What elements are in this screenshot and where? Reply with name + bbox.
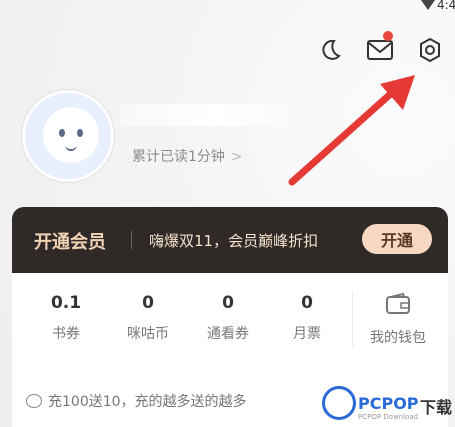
stat-label: 月票 [293,326,321,342]
vip-banner[interactable]: 开通会员 嗨爆双11，会员巅峰折扣 开通 [12,207,448,273]
stat-value: 0 [222,293,234,313]
top-toolbar [305,31,455,69]
watermark-logo [322,386,356,420]
stat-value: 0 [301,293,313,313]
mail-icon[interactable] [363,31,397,67]
stat-label: 咪咕币 [127,326,169,342]
red-arrow-annotation [288,75,415,186]
avatar-face [43,107,99,163]
watermark-text-2: 下载 [420,398,453,417]
status-time: 4:4 [437,0,455,12]
vip-title: 开通会员 [34,232,106,253]
avatar-eye-left [59,129,65,137]
wallet-icon [386,292,410,314]
stat-value: 0 [142,293,154,313]
recharge-promo[interactable]: 充100送10，充的越多送的越多 [26,391,247,411]
avatar-eye-right [77,129,83,137]
stat-miguabi[interactable]: 0 咪咕币 [116,293,180,343]
stat-yuepiao[interactable]: 0 月票 [275,293,339,343]
chevron-right-icon: > [230,149,243,165]
reading-time-text: 累计已读1分钟 [132,149,225,165]
vip-divider [131,231,132,249]
avatar[interactable] [22,90,114,182]
watermark-text-1: PCPOP [358,394,419,413]
avatar-mouth [65,143,77,151]
recharge-promo-text: 充100送10，充的越多送的越多 [48,394,247,410]
coins-icon [26,394,42,408]
wallet-separator [352,291,353,347]
watermark-small: PCPOP Download [358,413,419,421]
reading-time[interactable]: 累计已读1分钟 > [132,146,243,166]
vip-promo-text: 嗨爆双11，会员巅峰折扣 [149,232,319,250]
settings-icon[interactable] [413,33,447,67]
stat-tongkanquan[interactable]: 0 通看券 [196,293,260,343]
watermark: PCPOP 下载 PCPOP Download [322,384,455,424]
vip-open-button[interactable]: 开通 [362,224,432,254]
stat-shuquan[interactable]: 0.1 书券 [34,293,98,343]
my-wallet[interactable]: 我的钱包 [358,292,438,347]
signal-icon [421,0,435,10]
stat-value: 0.1 [50,293,82,313]
status-bar: 4:4 [415,0,455,14]
moon-icon[interactable] [313,33,347,67]
stat-label: 书券 [52,326,80,342]
notification-badge [383,31,393,41]
stat-label: 通看券 [207,326,249,342]
wallet-label: 我的钱包 [370,330,426,346]
